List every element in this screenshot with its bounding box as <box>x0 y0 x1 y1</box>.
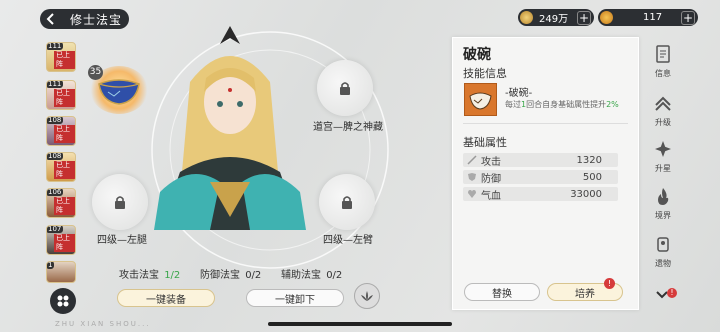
broken-bowl-icon <box>469 92 492 110</box>
coin-amount: 249万 <box>539 14 569 25</box>
treasure-slot-right-top[interactable] <box>317 60 373 116</box>
add-coins-button[interactable]: + <box>577 10 591 25</box>
skill-info-header: 技能信息 <box>463 67 507 80</box>
nav-more-button[interactable]: ! <box>655 286 677 306</box>
add-gems-button[interactable]: + <box>681 10 695 25</box>
stat-hp: 气血 33000 <box>463 187 618 202</box>
lotus-badge-icon[interactable] <box>354 283 380 309</box>
sword-icon <box>467 155 477 165</box>
nav-relics[interactable]: 遗物 <box>649 234 677 269</box>
heart-icon <box>468 190 476 198</box>
treasure-name: 破碗 <box>463 47 491 63</box>
page-title-bar: 修士法宝 <box>40 9 129 29</box>
nav-star-up[interactable]: 升星 <box>649 139 677 174</box>
document-icon <box>656 45 670 63</box>
character-avatar-2[interactable]: 111 已上阵 <box>46 80 76 110</box>
lock-icon <box>340 82 350 95</box>
deployed-badge: 已上阵 <box>54 89 75 107</box>
slot-label-left: 四级—左腿 <box>97 235 147 246</box>
treasure-detail-panel: 破碗 技能信息 -破碗- 每过1回合自身基础属性提升2% 基础属性 攻击 132… <box>452 37 639 310</box>
attack-treasure-count: 攻击法宝 1/2 <box>119 270 181 281</box>
alert-badge: ! <box>604 278 615 289</box>
deployed-badge: 已上阵 <box>54 51 75 69</box>
chevron-left-icon <box>46 13 54 25</box>
home-indicator[interactable] <box>268 322 452 326</box>
broken-bowl-icon <box>98 79 140 105</box>
gem-amount: 117 <box>643 12 663 23</box>
character-avatar-6[interactable]: 107 已上阵 <box>46 225 76 255</box>
cluster-icon <box>57 295 69 307</box>
nav-upgrade[interactable]: 升级 <box>649 93 677 128</box>
back-button[interactable] <box>40 9 62 29</box>
lock-icon <box>115 196 125 209</box>
page-title: 修士法宝 <box>70 12 123 27</box>
alert-badge: ! <box>667 288 677 298</box>
gem-icon <box>600 11 613 24</box>
treasure-slot-right[interactable] <box>319 174 375 230</box>
panel-divider <box>463 123 628 124</box>
character-avatar-7[interactable]: 1 <box>46 261 76 283</box>
nav-info[interactable]: 信息 <box>649 44 677 79</box>
treasure-level: 35 <box>88 65 103 80</box>
equip-all-button[interactable]: 一键装备 <box>117 289 215 307</box>
deployed-badge: 已上阵 <box>54 161 75 179</box>
relic-icon <box>657 237 669 252</box>
flame-icon <box>658 188 669 205</box>
treasure-slot-left[interactable] <box>92 174 148 230</box>
slot-label-right: 四级—左臂 <box>323 235 373 246</box>
skill-description: 每过1回合自身基础属性提升2% <box>505 100 619 109</box>
character-avatar-4[interactable]: 108 已上阵 <box>46 152 76 182</box>
character-avatar-1[interactable]: 111 已上阵 <box>46 42 76 72</box>
character-avatar-3[interactable]: 108 已上阵 <box>46 116 76 146</box>
replace-button[interactable]: 替换 <box>464 283 540 301</box>
watermark: ZHU XIAN SHOU... <box>55 320 151 328</box>
menu-button[interactable] <box>50 288 76 314</box>
stat-defense: 防御 500 <box>463 170 618 185</box>
coin-counter: 249万 + <box>518 9 594 26</box>
deployed-badge: 已上阵 <box>54 125 75 143</box>
skill-icon[interactable] <box>464 83 497 116</box>
defense-treasure-count: 防御法宝 0/2 <box>200 270 262 281</box>
shield-icon <box>468 173 476 181</box>
character-avatar-5[interactable]: 106 已上阵 <box>46 188 76 218</box>
deployed-badge: 已上阵 <box>54 197 75 215</box>
chevron-up-icon <box>655 96 671 111</box>
star-diamond-icon <box>655 141 671 157</box>
gem-counter: 117 + <box>598 9 698 26</box>
skill-name: -破碗- <box>505 88 533 99</box>
character-portrait <box>154 26 306 230</box>
lock-icon <box>342 196 352 209</box>
deployed-badge: 已上阵 <box>54 234 75 252</box>
support-treasure-count: 辅助法宝 0/2 <box>281 270 343 281</box>
unequip-all-button[interactable]: 一键卸下 <box>246 289 344 307</box>
slot-label-right-top: 道宫—脾之神藏 <box>313 122 383 133</box>
equipped-treasure-slot[interactable]: 35 <box>88 65 148 114</box>
base-stats-header: 基础属性 <box>463 136 507 149</box>
nav-realm[interactable]: 境界 <box>649 186 677 221</box>
stat-attack: 攻击 1320 <box>463 153 618 168</box>
coin-icon <box>520 11 533 24</box>
